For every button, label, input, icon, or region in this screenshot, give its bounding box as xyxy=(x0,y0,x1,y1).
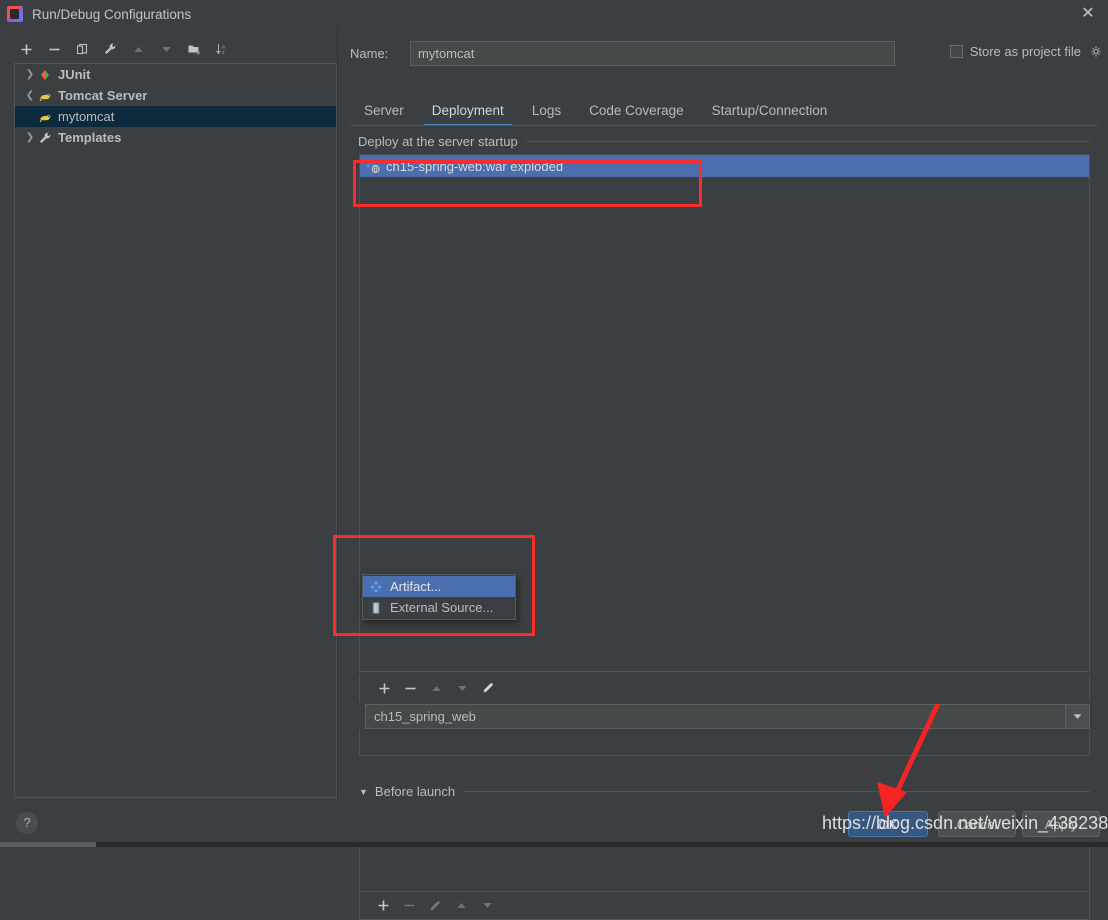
edit-before-launch-task-button[interactable] xyxy=(422,895,448,917)
deploy-group-label: Deploy at the server startup xyxy=(358,134,1090,149)
sort-alpha-icon[interactable]: a z xyxy=(210,38,234,60)
window-title: Run/Debug Configurations xyxy=(32,7,191,22)
chevron-down-icon[interactable]: ❮ xyxy=(23,90,37,101)
deploy-group-label-text: Deploy at the server startup xyxy=(358,134,518,149)
edit-deployment-button[interactable] xyxy=(475,677,501,699)
tab-code-coverage[interactable]: Code Coverage xyxy=(575,96,698,126)
deployment-artifact-label: ch15-spring-web:war exploded xyxy=(386,159,563,174)
title-bar: Run/Debug Configurations ✕ xyxy=(0,0,1108,29)
svg-text:z: z xyxy=(222,50,225,56)
wrench-icon xyxy=(37,130,53,146)
tab-server[interactable]: Server xyxy=(350,96,418,126)
gear-icon[interactable] xyxy=(1089,45,1103,59)
close-icon[interactable]: ✕ xyxy=(1074,4,1102,24)
application-context-value: ch15_spring_web xyxy=(366,709,476,724)
menu-item-external-source[interactable]: External Source... xyxy=(363,597,515,618)
tree-item-label: mytomcat xyxy=(58,109,114,124)
add-deployment-button[interactable] xyxy=(371,677,397,699)
add-before-launch-task-button[interactable] xyxy=(370,895,396,917)
menu-item-label: Artifact... xyxy=(390,579,441,594)
group-separator xyxy=(526,141,1090,142)
before-launch-move-up-button[interactable] xyxy=(448,895,474,917)
chevron-right-icon[interactable]: ❯ xyxy=(23,132,37,143)
configurations-panel: a z ❯ JUnit ❮ xyxy=(0,28,337,799)
tomcat-icon xyxy=(37,109,53,125)
move-deployment-down-button[interactable] xyxy=(449,677,475,699)
tree-item-label: JUnit xyxy=(58,67,91,82)
intellij-idea-icon xyxy=(7,6,23,22)
move-deployment-up-button[interactable] xyxy=(423,677,449,699)
arrow-down-icon[interactable] xyxy=(154,38,178,60)
remove-deployment-button[interactable] xyxy=(397,677,423,699)
configuration-editor-panel: Name: Store as project file Server Deplo… xyxy=(337,28,1108,799)
copy-icon[interactable] xyxy=(70,38,94,60)
tree-item-junit[interactable]: ❯ JUnit xyxy=(15,64,336,85)
help-button[interactable]: ? xyxy=(16,812,38,834)
artifact-web-icon xyxy=(365,158,381,174)
deployment-artifact-row[interactable]: ch15-spring-web:war exploded xyxy=(360,155,1089,177)
junit-icon xyxy=(37,67,53,83)
configurations-tree[interactable]: ❯ JUnit ❮ Tomcat Server xyxy=(14,63,337,798)
tab-startup-connection[interactable]: Startup/Connection xyxy=(698,96,842,126)
configurations-toolbar: a z xyxy=(0,36,337,62)
remove-before-launch-task-button[interactable] xyxy=(396,895,422,917)
remove-configuration-button[interactable] xyxy=(42,38,66,60)
taskbar-strip-highlight xyxy=(0,842,96,847)
tree-item-mytomcat[interactable]: mytomcat xyxy=(15,106,336,127)
add-configuration-button[interactable] xyxy=(14,38,38,60)
triangle-down-icon[interactable]: ▼ xyxy=(359,787,368,797)
tree-item-tomcat-server[interactable]: ❮ Tomcat Server xyxy=(15,85,336,106)
deployment-list-toolbar xyxy=(359,674,1090,702)
tree-item-label: Tomcat Server xyxy=(58,88,147,103)
tomcat-icon xyxy=(37,88,53,104)
new-folder-icon[interactable] xyxy=(182,38,206,60)
before-launch-title: Before launch xyxy=(375,784,455,799)
editor-tabs[interactable]: Server Deployment Logs Code Coverage Sta… xyxy=(350,94,1098,126)
external-source-icon xyxy=(368,600,384,616)
menu-item-label: External Source... xyxy=(390,600,493,615)
tree-item-label: Templates xyxy=(58,130,121,145)
before-launch-move-down-button[interactable] xyxy=(474,895,500,917)
watermark-url: https://blog.csdn.net/weixin_43823808 xyxy=(822,813,1108,834)
artifact-icon xyxy=(368,579,384,595)
chevron-right-icon[interactable]: ❯ xyxy=(23,69,37,80)
before-launch-header[interactable]: ▼ Before launch xyxy=(359,784,1090,799)
taskbar-strip xyxy=(0,842,1108,847)
name-input[interactable] xyxy=(410,41,895,66)
name-label: Name: xyxy=(350,46,410,61)
deployment-panel-bottom-edge xyxy=(359,730,1090,756)
chevron-down-icon[interactable] xyxy=(1065,705,1089,728)
tab-deployment[interactable]: Deployment xyxy=(418,96,518,126)
tab-logs[interactable]: Logs xyxy=(518,96,575,126)
application-context-combo[interactable]: ch15_spring_web xyxy=(365,704,1090,729)
menu-item-artifact[interactable]: Artifact... xyxy=(363,576,515,597)
store-as-project-file-label: Store as project file xyxy=(970,44,1081,59)
wrench-icon[interactable] xyxy=(98,38,122,60)
before-launch-toolbar xyxy=(359,892,1090,920)
tree-item-templates[interactable]: ❯ Templates xyxy=(15,127,336,148)
group-separator xyxy=(463,791,1090,792)
store-as-project-file-checkbox[interactable] xyxy=(950,45,963,58)
arrow-up-icon[interactable] xyxy=(126,38,150,60)
store-as-project-file-row[interactable]: Store as project file xyxy=(950,44,1103,59)
add-deployment-popup-menu[interactable]: Artifact... External Source... xyxy=(362,574,516,620)
deployment-tab-content: Deploy at the server startup ch15-spring… xyxy=(350,125,1098,777)
application-context-row: ch15_spring_web xyxy=(359,703,1090,729)
